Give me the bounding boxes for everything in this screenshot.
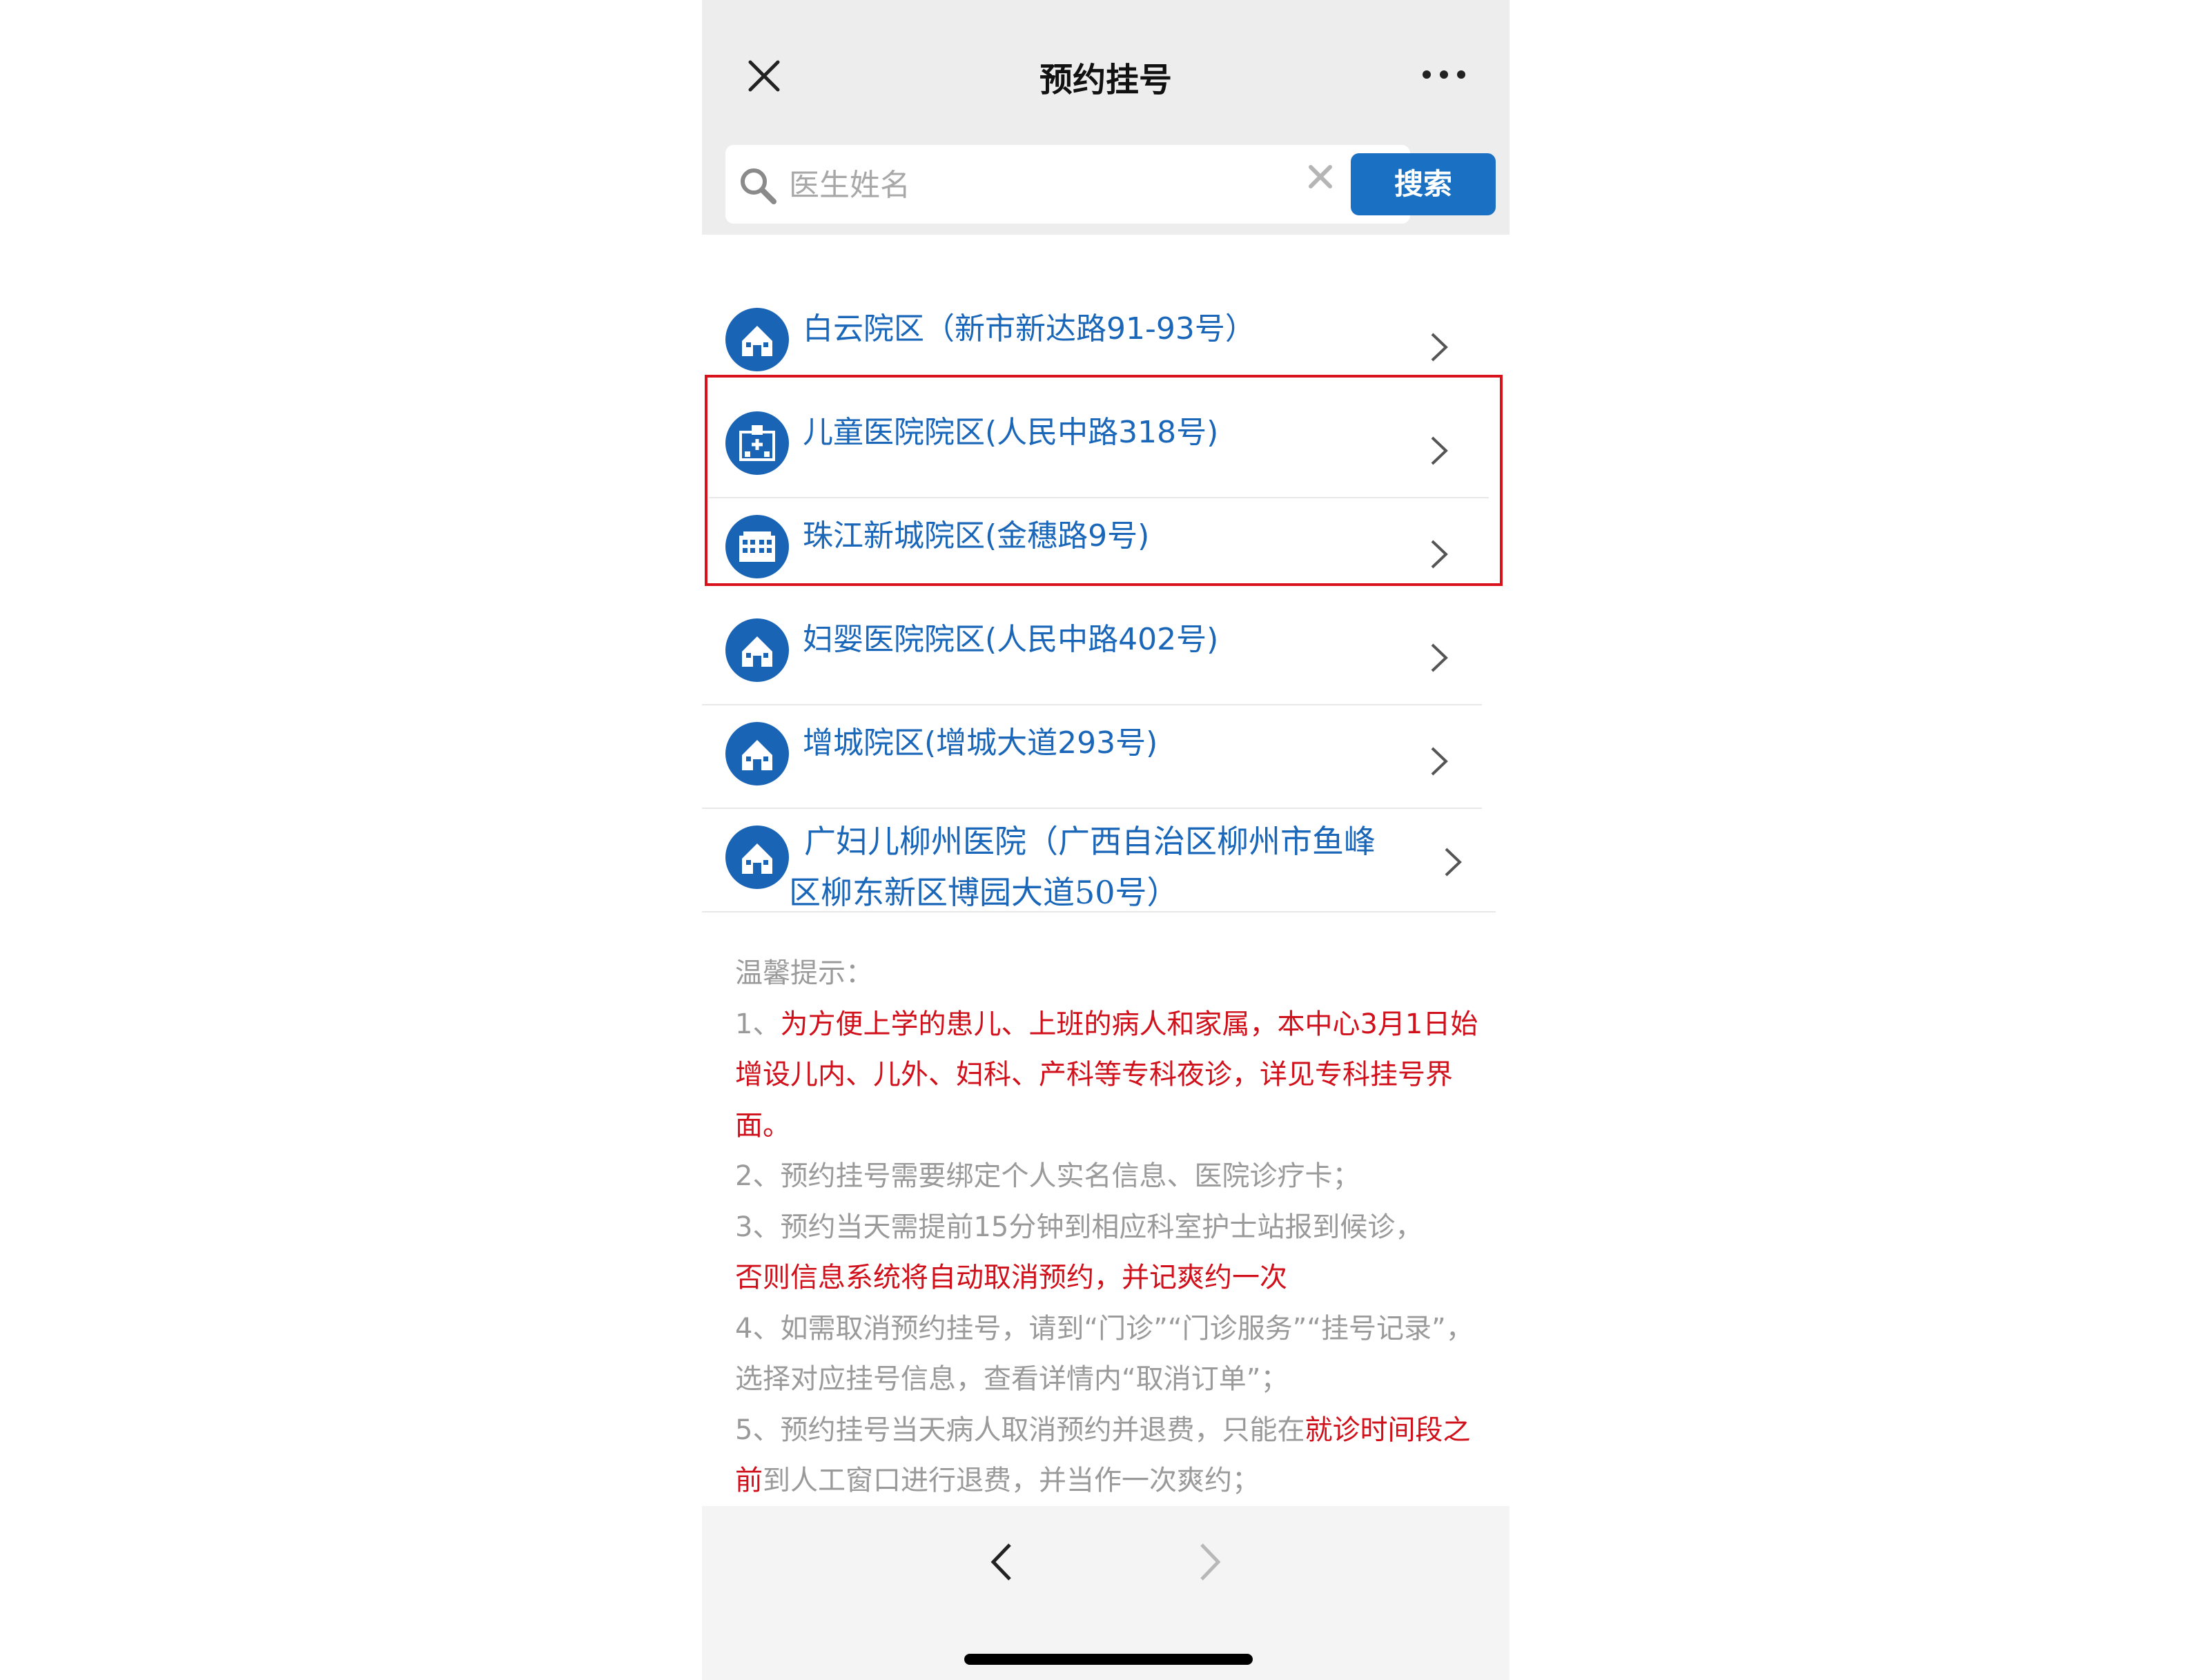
tip-1-number: 1、 bbox=[735, 1008, 781, 1040]
hospital-building-icon bbox=[725, 826, 789, 889]
campus-label: 儿童医院院区(人民中路318号) bbox=[803, 415, 1219, 450]
tip-1: 1、为方便上学的患儿、上班的病人和家属，本中心3月1日始增设儿内、儿外、妇科、产… bbox=[735, 999, 1481, 1152]
campus-item-baiyun[interactable]: 白云院区（新市新达路91-93号） bbox=[702, 291, 1510, 395]
hospital-building-icon bbox=[725, 308, 789, 371]
tip-3: 3、预约当天需提前15分钟到相应科室护士站报到候诊， 否则信息系统将自动取消预约，… bbox=[735, 1202, 1481, 1304]
chevron-right-icon bbox=[1431, 436, 1448, 465]
campus-label: 白云院区（新市新达路91-93号） bbox=[803, 311, 1256, 346]
campus-label-line1: 广妇儿柳州医院（广西自治区柳州市鱼峰 bbox=[804, 823, 1376, 860]
bottom-nav-bar bbox=[702, 1506, 1510, 1680]
campus-item-zengcheng[interactable]: 增城院区(增城大道293号) bbox=[702, 705, 1510, 809]
page-title: 预约挂号 bbox=[1039, 61, 1172, 99]
tip-5: 5、预约挂号当天病人取消预约并退费，只能在就诊时间段之前到人工窗口进行退费，并当… bbox=[735, 1405, 1481, 1507]
campus-label: 妇婴医院院区(人民中路402号) bbox=[803, 622, 1219, 657]
doctor-name-search-input[interactable] bbox=[788, 160, 1260, 210]
more-dots-icon bbox=[1423, 70, 1465, 79]
search-icon bbox=[741, 168, 776, 204]
campus-item-maternity-hospital[interactable]: 妇婴医院院区(人民中路402号) bbox=[702, 602, 1510, 705]
tip-1-text: 为方便上学的患儿、上班的病人和家属，本中心3月1日始增设儿内、儿外、妇科、产科等… bbox=[735, 1008, 1478, 1142]
campus-item-childrens-hospital[interactable]: 儿童医院院区(人民中路318号) bbox=[702, 395, 1510, 498]
chevron-right-icon bbox=[1431, 333, 1448, 362]
tip-2: 2、预约挂号需要绑定个人实名信息、医院诊疗卡； bbox=[735, 1160, 1360, 1192]
campus-label-line2: 区柳东新区博园大道50号） bbox=[789, 874, 1179, 911]
clear-x-icon bbox=[1309, 165, 1332, 188]
hospital-cross-icon bbox=[725, 411, 789, 475]
hospital-building-icon bbox=[725, 722, 789, 785]
campus-item-zhujiang-new-town[interactable]: 珠江新城院区(金穗路9号) bbox=[702, 498, 1510, 602]
tips-section: 温馨提示： 1、为方便上学的患儿、上班的病人和家属，本中心3月1日始增设儿内、儿… bbox=[735, 948, 1481, 1507]
campus-list: 白云院区（新市新达路91-93号） 儿童医院院区(人民中路318号) 珠江新城院… bbox=[702, 291, 1510, 912]
campus-label: 珠江新城院区(金穗路9号) bbox=[803, 518, 1150, 554]
tips-heading: 温馨提示： bbox=[735, 957, 873, 989]
tip-5-text-a: 5、预约挂号当天病人取消预约并退费，只能在 bbox=[735, 1414, 1305, 1446]
campus-label: 广妇儿柳州医院（广西自治区柳州市鱼峰区柳东新区博园大道50号） bbox=[789, 816, 1424, 918]
clear-search-button[interactable] bbox=[1304, 160, 1337, 193]
chevron-right-icon bbox=[1431, 643, 1448, 672]
building-grid-icon bbox=[725, 515, 789, 578]
campus-label: 增城院区(增城大道293号) bbox=[803, 725, 1158, 761]
chevron-right-icon bbox=[1200, 1543, 1221, 1581]
divider bbox=[702, 911, 1496, 912]
search-bar bbox=[725, 145, 1410, 224]
more-button[interactable] bbox=[1420, 66, 1468, 83]
top-bar: 预约挂号 搜索 bbox=[702, 0, 1510, 235]
chevron-left-icon bbox=[990, 1543, 1011, 1581]
chevron-right-icon bbox=[1431, 747, 1448, 776]
forward-button[interactable] bbox=[1198, 1541, 1222, 1583]
chevron-right-icon bbox=[1445, 848, 1462, 877]
tip-3-warning: 否则信息系统将自动取消预约，并记爽约一次 bbox=[735, 1262, 1287, 1293]
campus-item-liuzhou[interactable]: 广妇儿柳州医院（广西自治区柳州市鱼峰区柳东新区博园大道50号） bbox=[702, 809, 1510, 912]
tip-4: 4、如需取消预约挂号，请到“门诊”“门诊服务”“挂号记录”，选择对应挂号信息，查… bbox=[735, 1312, 1474, 1396]
tip-3-text: 3、预约当天需提前15分钟到相应科室护士站报到候诊， bbox=[735, 1211, 1423, 1243]
tip-5-text-c: 到人工窗口进行退费，并当作一次爽约； bbox=[763, 1465, 1260, 1496]
hospital-building-icon bbox=[725, 618, 789, 682]
search-button[interactable]: 搜索 bbox=[1351, 153, 1496, 215]
home-indicator[interactable] bbox=[964, 1654, 1253, 1665]
chevron-right-icon bbox=[1431, 540, 1448, 569]
back-button[interactable] bbox=[989, 1541, 1014, 1583]
phone-screen: 预约挂号 搜索 bbox=[702, 0, 1510, 1680]
